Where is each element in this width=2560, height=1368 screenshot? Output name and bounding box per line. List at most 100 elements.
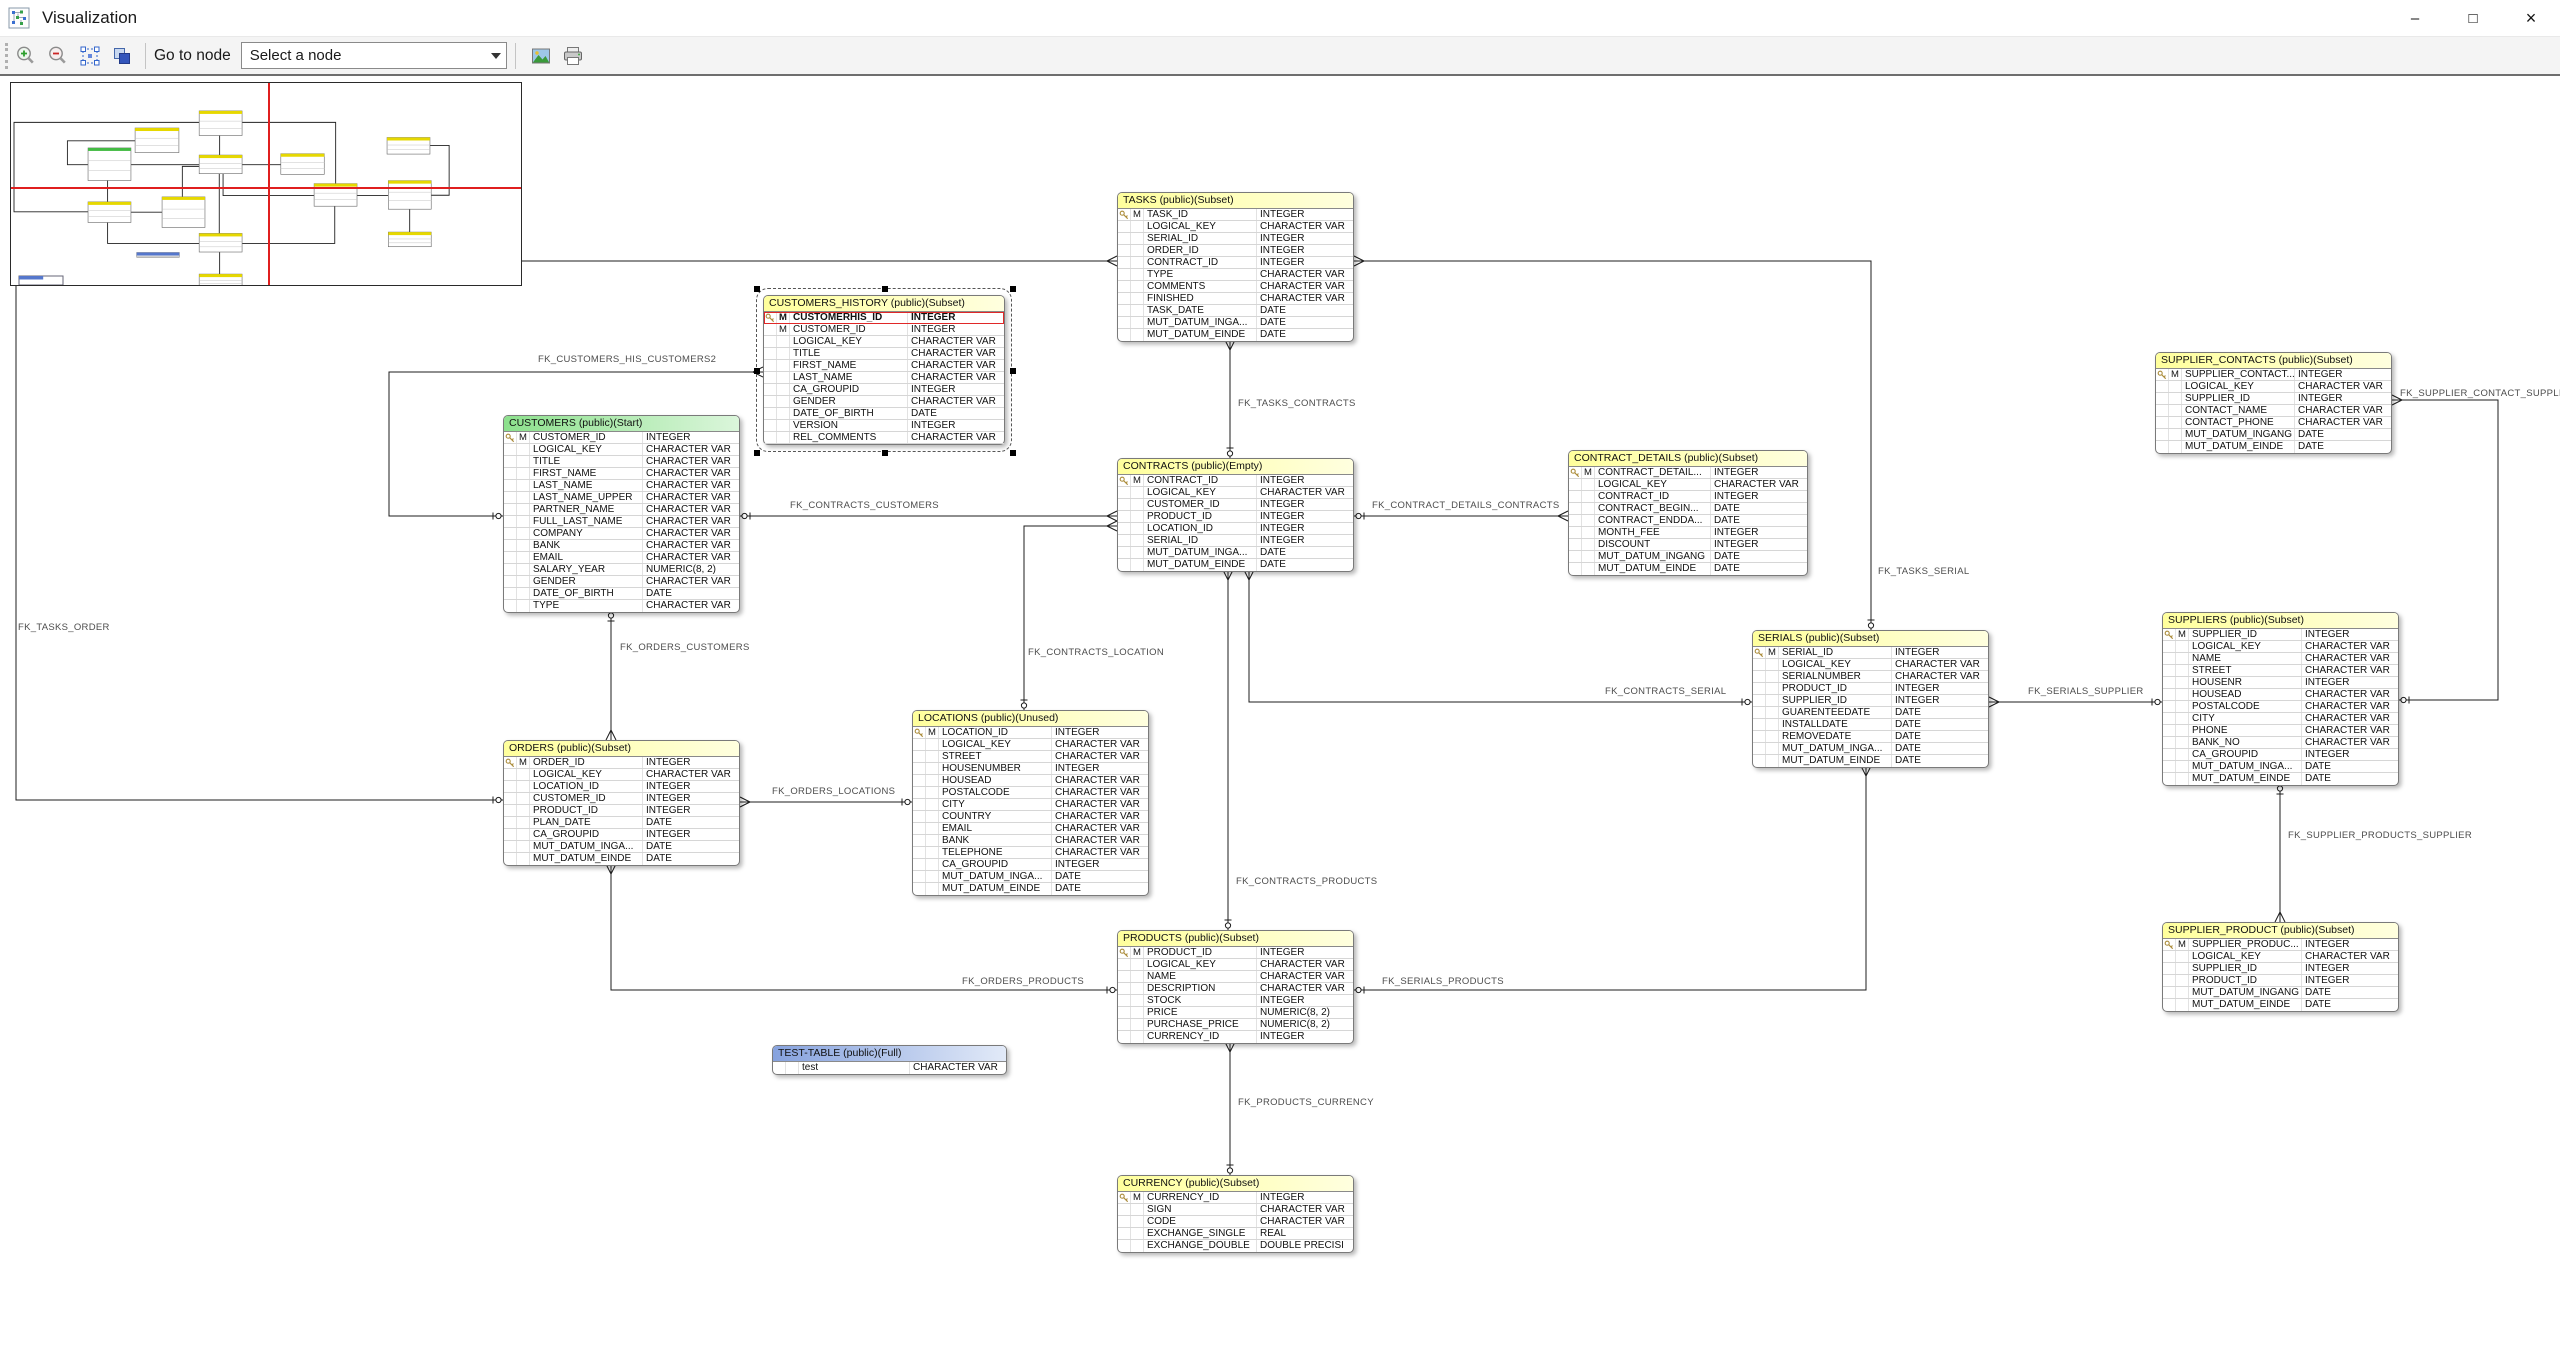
column-row[interactable]: MCUSTOMER_IDINTEGER [764, 324, 1004, 336]
column-row[interactable]: MUT_DATUM_INGANGDATE [2156, 429, 2391, 441]
column-row[interactable]: CITYCHARACTER VAR [913, 799, 1148, 811]
column-row[interactable]: CA_GROUPIDINTEGER [764, 384, 1004, 396]
column-row[interactable]: POSTALCODECHARACTER VAR [2163, 701, 2398, 713]
table-locations[interactable]: LOCATIONS (public)(Unused)MLOCATION_IDIN… [912, 710, 1149, 896]
column-row[interactable]: PRODUCT_IDINTEGER [504, 805, 739, 817]
column-row[interactable]: MSUPPLIER_IDINTEGER [2163, 629, 2398, 641]
column-row[interactable]: PHONECHARACTER VAR [2163, 725, 2398, 737]
column-row[interactable]: FULL_LAST_NAMECHARACTER VAR [504, 516, 739, 528]
column-row[interactable]: ORDER_IDINTEGER [1118, 245, 1353, 257]
node-select-combobox[interactable]: Select a node [241, 42, 507, 69]
column-row[interactable]: HOUSEADCHARACTER VAR [2163, 689, 2398, 701]
column-row[interactable]: MUT_DATUM_EINDEDATE [2156, 441, 2391, 453]
toolbar-grip[interactable] [5, 43, 9, 69]
column-row[interactable]: VERSIONINTEGER [764, 420, 1004, 432]
column-row[interactable]: MUT_DATUM_EINDEDATE [1118, 559, 1353, 571]
column-row[interactable]: LOCATION_IDINTEGER [1118, 523, 1353, 535]
column-row[interactable]: CA_GROUPIDINTEGER [2163, 749, 2398, 761]
relation-fk_contracts_location[interactable] [1024, 526, 1117, 710]
column-row[interactable]: HOUSEADCHARACTER VAR [913, 775, 1148, 787]
column-row[interactable]: FIRST_NAMECHARACTER VAR [764, 360, 1004, 372]
table-currency[interactable]: CURRENCY (public)(Subset)MCURRENCY_IDINT… [1117, 1175, 1354, 1253]
column-row[interactable]: MCUSTOMER_IDINTEGER [504, 432, 739, 444]
column-row[interactable]: GENDERCHARACTER VAR [504, 576, 739, 588]
column-row[interactable]: LOGICAL_KEYCHARACTER VAR [764, 336, 1004, 348]
zoom-in-button[interactable] [11, 41, 41, 71]
diagram-canvas[interactable]: FK_CUSTOMERS_HIS_CUSTOMERS2FK_CONTRACTS_… [0, 78, 2560, 1368]
column-row[interactable]: LOGICAL_KEYCHARACTER VAR [504, 769, 739, 781]
column-row[interactable]: SIGNCHARACTER VAR [1118, 1204, 1353, 1216]
fit-to-window-button[interactable] [75, 41, 105, 71]
column-row[interactable]: SUPPLIER_IDINTEGER [2156, 393, 2391, 405]
column-row[interactable]: MUT_DATUM_EINDEDATE [913, 883, 1148, 895]
table-contracts[interactable]: CONTRACTS (public)(Empty)MCONTRACT_IDINT… [1117, 458, 1354, 572]
column-row[interactable]: CUSTOMER_IDINTEGER [1118, 499, 1353, 511]
column-row[interactable]: GENDERCHARACTER VAR [764, 396, 1004, 408]
column-row[interactable]: MUT_DATUM_EINDEDATE [1118, 329, 1353, 341]
column-row[interactable]: MCONTRACT_DETAIL...INTEGER [1569, 467, 1807, 479]
column-row[interactable]: STREETCHARACTER VAR [2163, 665, 2398, 677]
selection-handle[interactable] [1010, 286, 1016, 292]
column-row[interactable]: DISCOUNTINTEGER [1569, 539, 1807, 551]
column-row[interactable]: MUT_DATUM_INGA...DATE [2163, 761, 2398, 773]
selection-handle[interactable] [882, 450, 888, 456]
table-supplier_product[interactable]: SUPPLIER_PRODUCT (public)(Subset)MSUPPLI… [2162, 922, 2399, 1012]
relation-fk_serials_products[interactable] [1354, 766, 1866, 990]
column-row[interactable]: BANK_NOCHARACTER VAR [2163, 737, 2398, 749]
column-row[interactable]: MCONTRACT_IDINTEGER [1118, 475, 1353, 487]
column-row[interactable]: LOGICAL_KEYCHARACTER VAR [504, 444, 739, 456]
column-row[interactable]: DESCRIPTIONCHARACTER VAR [1118, 983, 1353, 995]
column-row[interactable]: MUT_DATUM_EINDEDATE [2163, 999, 2398, 1011]
column-row[interactable]: CA_GROUPIDINTEGER [913, 859, 1148, 871]
column-row[interactable]: testCHARACTER VAR [773, 1062, 1006, 1074]
column-row[interactable]: SUPPLIER_IDINTEGER [2163, 963, 2398, 975]
column-row[interactable]: LAST_NAMECHARACTER VAR [764, 372, 1004, 384]
column-row[interactable]: MUT_DATUM_INGA...DATE [913, 871, 1148, 883]
table-test_table[interactable]: TEST-TABLE (public)(Full)testCHARACTER V… [772, 1045, 1007, 1075]
column-row[interactable]: MUT_DATUM_EINDEDATE [1569, 563, 1807, 575]
column-row[interactable]: MSUPPLIER_PRODUC...INTEGER [2163, 939, 2398, 951]
column-row[interactable]: MUT_DATUM_INGA...DATE [1118, 317, 1353, 329]
column-row[interactable]: CONTRACT_BEGIN...DATE [1569, 503, 1807, 515]
column-row[interactable]: MUT_DATUM_INGA...DATE [1118, 547, 1353, 559]
column-row[interactable]: PRODUCT_IDINTEGER [1118, 511, 1353, 523]
column-row[interactable]: CONTACT_PHONECHARACTER VAR [2156, 417, 2391, 429]
column-row[interactable]: CA_GROUPIDINTEGER [504, 829, 739, 841]
column-row[interactable]: STREETCHARACTER VAR [913, 751, 1148, 763]
table-tasks[interactable]: TASKS (public)(Subset)MTASK_IDINTEGERLOG… [1117, 192, 1354, 342]
column-row[interactable]: LOGICAL_KEYCHARACTER VAR [1118, 221, 1353, 233]
column-row[interactable]: SERIAL_IDINTEGER [1118, 233, 1353, 245]
column-row[interactable]: CODECHARACTER VAR [1118, 1216, 1353, 1228]
column-row[interactable]: TELEPHONECHARACTER VAR [913, 847, 1148, 859]
column-row[interactable]: PLAN_DATEDATE [504, 817, 739, 829]
selection-handle[interactable] [1010, 450, 1016, 456]
table-customers_history[interactable]: CUSTOMERS_HISTORY (public)(Subset)MCUSTO… [763, 295, 1005, 445]
column-row[interactable]: MONTH_FEEINTEGER [1569, 527, 1807, 539]
table-orders[interactable]: ORDERS (public)(Subset)MORDER_IDINTEGERL… [503, 740, 740, 866]
column-row[interactable]: LOGICAL_KEYCHARACTER VAR [2156, 381, 2391, 393]
column-row[interactable]: PURCHASE_PRICENUMERIC(8, 2) [1118, 1019, 1353, 1031]
column-row[interactable]: CONTRACT_IDINTEGER [1569, 491, 1807, 503]
column-row[interactable]: FIRST_NAMECHARACTER VAR [504, 468, 739, 480]
column-row[interactable]: SERIALNUMBERCHARACTER VAR [1753, 671, 1988, 683]
relation-fk_contracts_serial[interactable] [1249, 570, 1752, 702]
column-row[interactable]: PRODUCT_IDINTEGER [2163, 975, 2398, 987]
column-row[interactable]: EXCHANGE_DOUBLEDOUBLE PRECISI [1118, 1240, 1353, 1252]
column-row[interactable]: MLOCATION_IDINTEGER [913, 727, 1148, 739]
column-row[interactable]: MUT_DATUM_EINDEDATE [2163, 773, 2398, 785]
column-row[interactable]: LAST_NAMECHARACTER VAR [504, 480, 739, 492]
table-products[interactable]: PRODUCTS (public)(Subset)MPRODUCT_IDINTE… [1117, 930, 1354, 1044]
column-row[interactable]: TYPECHARACTER VAR [504, 600, 739, 612]
close-button[interactable]: × [2502, 0, 2560, 36]
minimap[interactable] [10, 82, 522, 286]
combo-dropdown-button[interactable] [486, 43, 506, 68]
column-row[interactable]: MPRODUCT_IDINTEGER [1118, 947, 1353, 959]
column-row[interactable]: TYPECHARACTER VAR [1118, 269, 1353, 281]
column-row[interactable]: TITLECHARACTER VAR [764, 348, 1004, 360]
column-row[interactable]: PARTNER_NAMECHARACTER VAR [504, 504, 739, 516]
zoom-out-button[interactable] [43, 41, 73, 71]
column-row[interactable]: HOUSENUMBERINTEGER [913, 763, 1148, 775]
column-row[interactable]: MSUPPLIER_CONTACT...INTEGER [2156, 369, 2391, 381]
table-serials[interactable]: SERIALS (public)(Subset)MSERIAL_IDINTEGE… [1752, 630, 1989, 768]
column-row[interactable]: CONTRACT_IDINTEGER [1118, 257, 1353, 269]
